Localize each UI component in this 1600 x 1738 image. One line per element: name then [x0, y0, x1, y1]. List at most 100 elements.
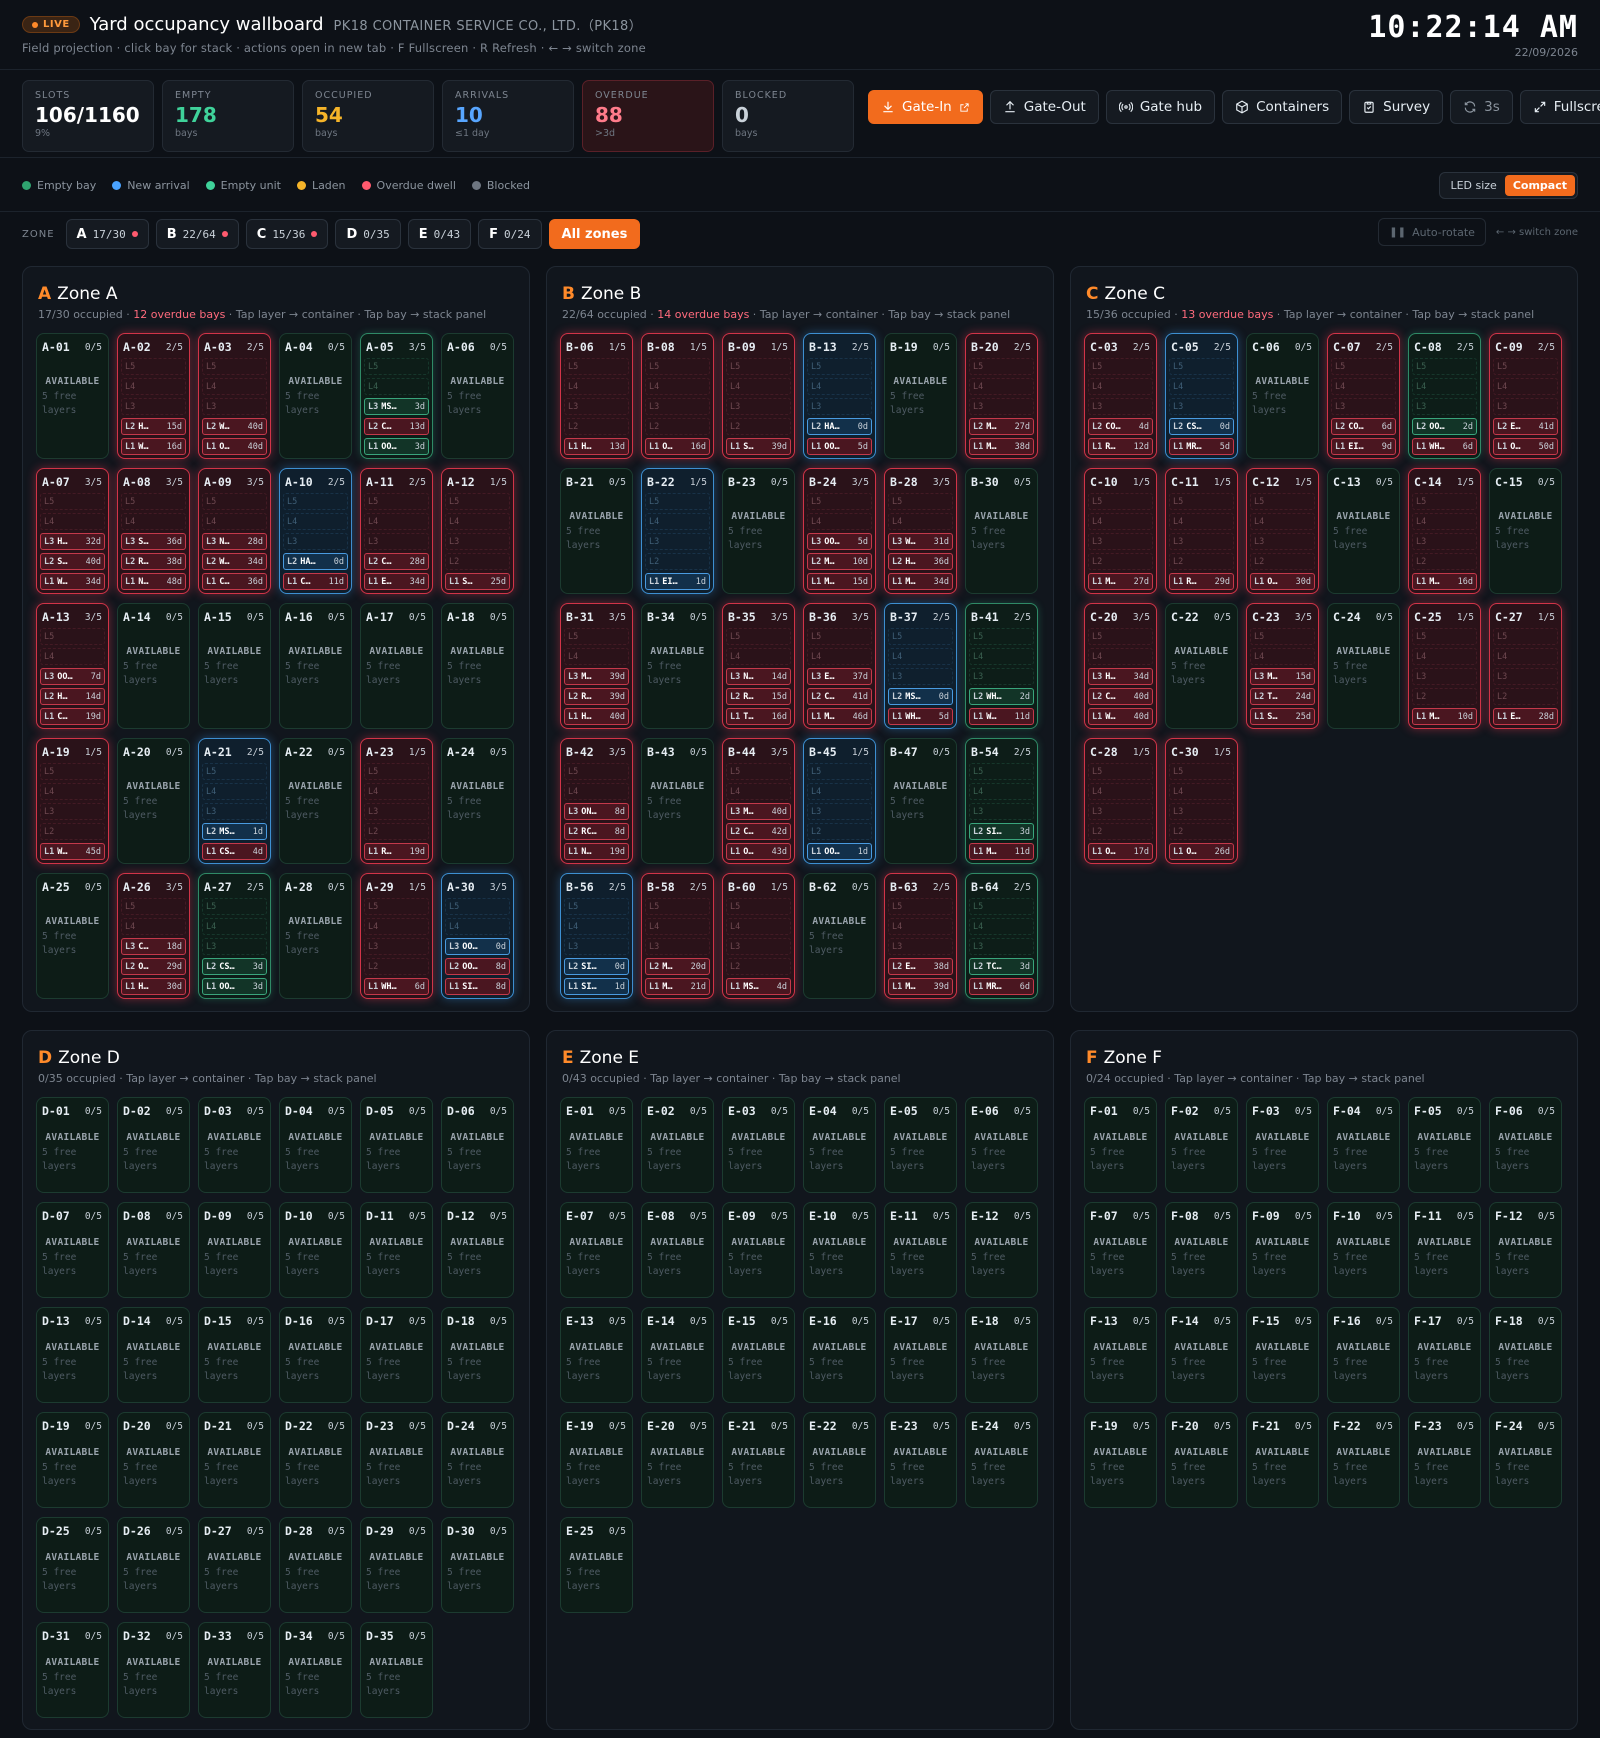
layer-L2[interactable]: L2 H… 36d — [888, 553, 953, 570]
layer-L2[interactable]: L2 R… 15d — [726, 688, 791, 705]
bay-a-25[interactable]: A-25 0/5 AVAILABLE 5 free layers — [36, 873, 109, 999]
layer-L2-empty[interactable]: L2 — [1088, 823, 1153, 840]
bay-b-20[interactable]: B-20 2/5 L5 L4 L3 L2 M… 27d L1 M… 38d — [965, 333, 1038, 459]
bay-d-28[interactable]: D-28 0/5 AVAILABLE 5 free layers — [279, 1517, 352, 1613]
layer-L1[interactable]: L1 O… 17d — [1088, 843, 1153, 860]
layer-L1[interactable]: L1 S… 25d — [445, 573, 510, 590]
layer-L1[interactable]: L1 O… 40d — [202, 438, 267, 455]
layer-L4-empty[interactable]: L4 — [202, 918, 267, 935]
bay-b-35[interactable]: B-35 3/5 L5 L4 L3 N… 14d L2 R… 15d L1 T… 16d — [722, 603, 795, 729]
bay-d-20[interactable]: D-20 0/5 AVAILABLE 5 free layers — [117, 1412, 190, 1508]
layer-L4-empty[interactable]: L4 — [807, 378, 872, 395]
layer-L5-empty[interactable]: L5 — [1493, 358, 1558, 375]
layer-L2[interactable]: L2 H… 14d — [40, 688, 105, 705]
bay-d-22[interactable]: D-22 0/5 AVAILABLE 5 free layers — [279, 1412, 352, 1508]
layer-L4-empty[interactable]: L4 — [1412, 378, 1477, 395]
bay-a-19[interactable]: A-19 1/5 L5 L4 L3 L2 L1 W… 45d — [36, 738, 109, 864]
layer-L3-empty[interactable]: L3 — [645, 533, 710, 550]
layer-L3-empty[interactable]: L3 — [121, 398, 186, 415]
bay-c-20[interactable]: C-20 3/5 L5 L4 L3 H… 34d L2 C… 40d L1 W… 40d — [1084, 603, 1157, 729]
layer-L5-empty[interactable]: L5 — [969, 898, 1034, 915]
bay-a-06[interactable]: A-06 0/5 AVAILABLE 5 free layers — [441, 333, 514, 459]
layer-L4-empty[interactable]: L4 — [564, 378, 629, 395]
layer-L5-empty[interactable]: L5 — [283, 493, 348, 510]
bay-f-24[interactable]: F-24 0/5 AVAILABLE 5 free layers — [1489, 1412, 1562, 1508]
gate-hub-button[interactable]: Gate hub — [1105, 90, 1216, 124]
layer-L3-empty[interactable]: L3 — [364, 533, 429, 550]
layer-L3-empty[interactable]: L3 — [202, 803, 267, 820]
layer-L5-empty[interactable]: L5 — [807, 358, 872, 375]
bay-d-04[interactable]: D-04 0/5 AVAILABLE 5 free layers — [279, 1097, 352, 1193]
bay-f-09[interactable]: F-09 0/5 AVAILABLE 5 free layers — [1246, 1202, 1319, 1298]
layer-L2[interactable]: L2 H… 15d — [121, 418, 186, 435]
layer-L2[interactable]: L2 W… 34d — [202, 553, 267, 570]
layer-L5-empty[interactable]: L5 — [1169, 763, 1234, 780]
layer-L2[interactable]: L2 RC… 8d — [564, 823, 629, 840]
layer-L1[interactable]: L1 R… 29d — [1169, 573, 1234, 590]
bay-d-08[interactable]: D-08 0/5 AVAILABLE 5 free layers — [117, 1202, 190, 1298]
zone-chip-d[interactable]: D 0/35 — [335, 219, 401, 249]
layer-L2[interactable]: L2 CS… 0d — [1169, 418, 1234, 435]
layer-L3[interactable]: L3 N… 28d — [202, 533, 267, 550]
layer-L2[interactable]: L2 M… 20d — [645, 958, 710, 975]
bay-a-20[interactable]: A-20 0/5 AVAILABLE 5 free layers — [117, 738, 190, 864]
bay-d-11[interactable]: D-11 0/5 AVAILABLE 5 free layers — [360, 1202, 433, 1298]
bay-a-05[interactable]: A-05 3/5 L5 L4 L3 MS… 3d L2 C… 13d L1 OO… 3d — [360, 333, 433, 459]
bay-b-64[interactable]: B-64 2/5 L5 L4 L3 L2 TC… 3d L1 MR… 6d — [965, 873, 1038, 999]
bay-d-27[interactable]: D-27 0/5 AVAILABLE 5 free layers — [198, 1517, 271, 1613]
layer-L5-empty[interactable]: L5 — [1169, 358, 1234, 375]
bay-b-08[interactable]: B-08 1/5 L5 L4 L3 L2 L1 O… 16d — [641, 333, 714, 459]
layer-L3-empty[interactable]: L3 — [1331, 398, 1396, 415]
layer-L5-empty[interactable]: L5 — [445, 493, 510, 510]
layer-L4-empty[interactable]: L4 — [40, 648, 105, 665]
bay-f-03[interactable]: F-03 0/5 AVAILABLE 5 free layers — [1246, 1097, 1319, 1193]
bay-f-13[interactable]: F-13 0/5 AVAILABLE 5 free layers — [1084, 1307, 1157, 1403]
zone-chip-e[interactable]: E 0/43 — [407, 219, 472, 249]
layer-L1[interactable]: L1 R… 12d — [1088, 438, 1153, 455]
layer-L3-empty[interactable]: L3 — [564, 398, 629, 415]
layer-L2-empty[interactable]: L2 — [1088, 553, 1153, 570]
bay-b-13[interactable]: B-13 2/5 L5 L4 L3 L2 HA… 0d L1 OO… 5d — [803, 333, 876, 459]
layer-L3[interactable]: L3 E… 37d — [807, 668, 872, 685]
bay-e-25[interactable]: E-25 0/5 AVAILABLE 5 free layers — [560, 1517, 633, 1613]
layer-L3-empty[interactable]: L3 — [445, 533, 510, 550]
layer-L3-empty[interactable]: L3 — [1088, 398, 1153, 415]
bay-b-19[interactable]: B-19 0/5 AVAILABLE 5 free layers — [884, 333, 957, 459]
layer-L4-empty[interactable]: L4 — [1493, 648, 1558, 665]
layer-L1[interactable]: L1 M… 39d — [888, 978, 953, 995]
layer-L5-empty[interactable]: L5 — [40, 763, 105, 780]
layer-L5-empty[interactable]: L5 — [1412, 628, 1477, 645]
bay-f-12[interactable]: F-12 0/5 AVAILABLE 5 free layers — [1489, 1202, 1562, 1298]
layer-L3[interactable]: L3 M… 40d — [726, 803, 791, 820]
bay-d-05[interactable]: D-05 0/5 AVAILABLE 5 free layers — [360, 1097, 433, 1193]
bay-a-14[interactable]: A-14 0/5 AVAILABLE 5 free layers — [117, 603, 190, 729]
layer-L2-empty[interactable]: L2 — [726, 958, 791, 975]
layer-L4-empty[interactable]: L4 — [888, 513, 953, 530]
layer-L5-empty[interactable]: L5 — [364, 358, 429, 375]
layer-L2-empty[interactable]: L2 — [645, 418, 710, 435]
bay-a-13[interactable]: A-13 3/5 L5 L4 L3 OO… 7d L2 H… 14d L1 C… 19d — [36, 603, 109, 729]
layer-L1[interactable]: L1 M… 38d — [969, 438, 1034, 455]
layer-L4-empty[interactable]: L4 — [1088, 648, 1153, 665]
bay-a-28[interactable]: A-28 0/5 AVAILABLE 5 free layers — [279, 873, 352, 999]
bay-d-18[interactable]: D-18 0/5 AVAILABLE 5 free layers — [441, 1307, 514, 1403]
bay-b-22[interactable]: B-22 1/5 L5 L4 L3 L2 L1 EI… 1d — [641, 468, 714, 594]
bay-d-02[interactable]: D-02 0/5 AVAILABLE 5 free layers — [117, 1097, 190, 1193]
bay-f-07[interactable]: F-07 0/5 AVAILABLE 5 free layers — [1084, 1202, 1157, 1298]
bay-e-07[interactable]: E-07 0/5 AVAILABLE 5 free layers — [560, 1202, 633, 1298]
layer-L3-empty[interactable]: L3 — [969, 803, 1034, 820]
layer-L2-empty[interactable]: L2 — [807, 823, 872, 840]
layer-L3-empty[interactable]: L3 — [364, 803, 429, 820]
layer-L2-empty[interactable]: L2 — [1250, 553, 1315, 570]
bay-e-11[interactable]: E-11 0/5 AVAILABLE 5 free layers — [884, 1202, 957, 1298]
survey-button[interactable]: Survey — [1349, 90, 1444, 124]
layer-L1[interactable]: L1 C… 36d — [202, 573, 267, 590]
layer-L4-empty[interactable]: L4 — [364, 918, 429, 935]
layer-L1[interactable]: L1 N… 19d — [564, 843, 629, 860]
bay-c-27[interactable]: C-27 1/5 L5 L4 L3 L2 L1 E… 28d — [1489, 603, 1562, 729]
bay-f-14[interactable]: F-14 0/5 AVAILABLE 5 free layers — [1165, 1307, 1238, 1403]
layer-L2[interactable]: L2 WH… 2d — [969, 688, 1034, 705]
layer-L5-empty[interactable]: L5 — [1088, 493, 1153, 510]
bay-d-26[interactable]: D-26 0/5 AVAILABLE 5 free layers — [117, 1517, 190, 1613]
layer-L3-empty[interactable]: L3 — [1088, 803, 1153, 820]
